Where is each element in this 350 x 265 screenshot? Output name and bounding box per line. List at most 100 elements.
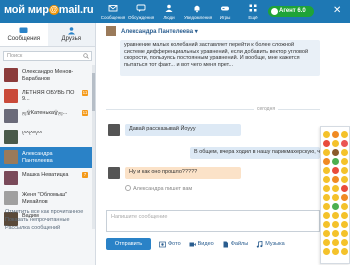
chevron-down-icon: ▾ — [194, 29, 198, 35]
smiley-icon[interactable] — [341, 203, 348, 210]
smiley-icon[interactable] — [323, 176, 330, 183]
smiley-icon[interactable] — [323, 185, 330, 192]
avatar — [4, 150, 18, 164]
message-bubble: В общем, вчера ходил в нашу парикмахерск… — [190, 147, 320, 159]
logo-at: @ — [48, 5, 59, 15]
smiley-icon[interactable] — [332, 131, 339, 138]
smiley-icon[interactable] — [332, 239, 339, 246]
search-icon — [83, 53, 89, 59]
smiley-icon[interactable] — [332, 194, 339, 201]
smiley-icon[interactable] — [341, 185, 348, 192]
contact-name: Женя "Обломыш" Михайлов — [22, 192, 68, 205]
contact-name: Олександро Менов-Барабанов — [22, 69, 74, 82]
contact-list-scrollbar[interactable] — [92, 65, 95, 229]
close-icon[interactable]: ✕ — [333, 5, 341, 16]
avatar — [4, 191, 18, 205]
mailing-link[interactable]: Рассылка сообщений — [5, 224, 83, 232]
smiley-icon[interactable] — [323, 194, 330, 201]
tab-label: Сообщения — [7, 36, 41, 42]
smiley-icon[interactable] — [341, 149, 348, 156]
smiley-icon[interactable] — [341, 140, 348, 147]
smiley-icon[interactable] — [332, 158, 339, 165]
pencil-icon — [125, 185, 131, 191]
nav-games[interactable]: Игры — [212, 2, 238, 22]
main-nav: Сообщения Обсуждения Люди Уведомления Иг… — [100, 2, 268, 22]
smiley-icon[interactable] — [332, 167, 339, 174]
smiley-icon[interactable] — [341, 212, 348, 219]
smiley-icon[interactable] — [332, 212, 339, 219]
smiley-icon[interactable] — [323, 140, 330, 147]
smiley-icon[interactable] — [332, 248, 339, 255]
logo-suffix: mail.ru — [58, 4, 94, 16]
message-input[interactable]: Напишите сообщение — [106, 210, 320, 232]
smiley-icon[interactable] — [341, 239, 348, 246]
list-item[interactable]: ЛЕТНЯЯ ОБУВЬ ПО 9... 11 — [0, 86, 92, 107]
list-item[interactable]: Машка Неватицка 7 — [0, 168, 92, 189]
smiley-icon[interactable] — [332, 149, 339, 156]
show-unread-link[interactable]: Показать непрочитанные — [5, 216, 83, 224]
tab-label: Друзья — [61, 36, 81, 42]
smiley-icon[interactable] — [332, 176, 339, 183]
attach-file-button[interactable]: Файлы — [222, 241, 248, 248]
list-item[interactable]: Олександро Менов-Барабанов — [0, 65, 92, 86]
attach-label: Видео — [197, 241, 214, 247]
smiley-icon[interactable] — [341, 248, 348, 255]
unread-badge: 11 — [82, 110, 88, 116]
tab-messages[interactable]: Сообщения — [0, 23, 48, 46]
search-input[interactable]: Поиск — [3, 51, 92, 61]
smiley-icon[interactable] — [332, 221, 339, 228]
envelope-icon — [108, 3, 118, 13]
smiley-icon[interactable] — [341, 221, 348, 228]
smiley-icon[interactable] — [323, 248, 330, 255]
smiley-icon[interactable] — [341, 176, 348, 183]
smiley-icon[interactable] — [332, 230, 339, 237]
typing-text: Александра пишет вам — [133, 186, 193, 192]
smiley-icon[interactable] — [341, 131, 348, 138]
smiley-icon[interactable] — [341, 158, 348, 165]
smiley-icon[interactable] — [341, 230, 348, 237]
nav-label: Игры — [219, 15, 231, 20]
smiley-icon[interactable] — [341, 194, 348, 201]
smiley-icon[interactable] — [323, 131, 330, 138]
smiley-icon[interactable] — [323, 167, 330, 174]
avatar — [4, 88, 18, 103]
list-item[interactable]: \^^\^^\^^ — [0, 127, 92, 148]
smiley-icon[interactable] — [332, 140, 339, 147]
message-bubble: уравнение малых колебаний заставляет пер… — [120, 40, 320, 76]
attach-video-button[interactable]: Видео — [189, 241, 214, 248]
agent-button[interactable]: Агент 6.0 — [268, 6, 314, 17]
list-item[interactable]: ஜ۩Катенька۩ஜ... 11 — [0, 106, 92, 127]
smiley-icon[interactable] — [332, 185, 339, 192]
smiley-icon[interactable] — [323, 149, 330, 156]
chat-header: Александра Пантелеева ▾ — [106, 26, 346, 38]
search-placeholder: Поиск — [7, 53, 23, 59]
file-icon — [223, 241, 228, 247]
nav-notifications[interactable]: Уведомления — [184, 2, 212, 22]
nav-people[interactable]: Люди — [156, 2, 182, 22]
list-item[interactable]: Женя "Обломыш" Михайлов — [0, 188, 92, 209]
smiley-icon[interactable] — [323, 212, 330, 219]
scroll-thumb[interactable] — [92, 73, 95, 111]
smiley-icon[interactable] — [323, 239, 330, 246]
nav-more[interactable]: Ещё — [240, 2, 266, 22]
smiley-icon[interactable] — [323, 221, 330, 228]
agent-label: Агент 6.0 — [279, 8, 306, 14]
gamepad-icon — [220, 3, 230, 13]
attach-photo-button[interactable]: Фото — [159, 241, 181, 248]
nav-discussions[interactable]: Обсуждения — [128, 2, 154, 22]
smiley-icon[interactable] — [341, 167, 348, 174]
nav-label: Сообщения — [100, 15, 126, 20]
list-item[interactable]: Александра Пантелеева — [0, 147, 92, 168]
smiley-icon[interactable] — [332, 203, 339, 210]
send-button[interactable]: Отправить — [106, 238, 151, 250]
logo[interactable]: мой мир@mail.ru — [4, 4, 94, 16]
avatar — [4, 170, 18, 185]
chat-title[interactable]: Александра Пантелеева ▾ — [121, 28, 198, 35]
smiley-icon[interactable] — [323, 158, 330, 165]
mark-all-read-link[interactable]: Отметить все как прочитанное — [5, 208, 83, 216]
smiley-icon[interactable] — [323, 203, 330, 210]
smiley-icon[interactable] — [323, 230, 330, 237]
attach-music-button[interactable]: Музыка — [256, 240, 285, 248]
nav-messages[interactable]: Сообщения — [100, 2, 126, 22]
tab-friends[interactable]: Друзья — [48, 23, 96, 46]
